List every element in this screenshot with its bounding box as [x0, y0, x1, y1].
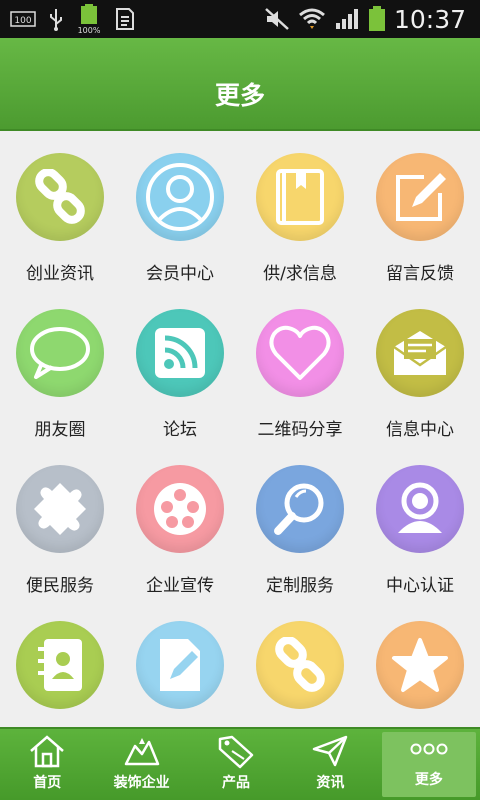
battery-icon	[368, 6, 386, 32]
tab-label: 首页	[33, 775, 62, 791]
status-time: 10:37	[393, 4, 466, 34]
link-icon	[16, 153, 104, 241]
home-icon	[28, 733, 66, 769]
grid-item-label: 企业宣传	[146, 576, 214, 596]
svg-text:100%: 100%	[78, 26, 101, 34]
paper-plane-icon	[311, 733, 349, 769]
company-icon	[123, 733, 161, 769]
tab-label: 资讯	[316, 775, 345, 791]
edit-icon	[376, 153, 464, 241]
tab-more[interactable]: 更多	[381, 732, 477, 797]
heart-icon	[256, 309, 344, 397]
tab-label: 产品	[222, 775, 251, 791]
contacts-icon	[16, 621, 104, 709]
more-dots-icon	[409, 732, 449, 766]
grid-item-supply-demand[interactable]: 供/求信息	[240, 131, 360, 287]
grid-item-feedback[interactable]: 留言反馈	[360, 131, 480, 287]
grid-item-label: 信息中心	[386, 420, 454, 440]
signal-icon	[334, 7, 360, 31]
grid-item-label: 朋友圈	[34, 420, 86, 440]
grid-item-custom-service[interactable]: 定制服务	[240, 443, 360, 599]
page-title: 更多	[214, 80, 265, 110]
mute-icon	[264, 7, 290, 31]
grid-item-label: 论坛	[163, 420, 197, 440]
grid-item-qr-share[interactable]: 二维码分享	[240, 287, 360, 443]
grid-item-certification[interactable]: 中心认证	[360, 443, 480, 599]
grid-item-convenience[interactable]: 便民服务	[0, 443, 120, 599]
link-icon	[256, 621, 344, 709]
mail-icon	[376, 309, 464, 397]
tab-home[interactable]: 首页	[0, 729, 94, 800]
grid-item-info-center[interactable]: 信息中心	[360, 287, 480, 443]
grid-item-label: 创业资讯	[26, 264, 94, 284]
tab-products[interactable]: 产品	[189, 729, 283, 800]
usb-icon	[48, 7, 64, 31]
grid-item-startup-news[interactable]: 创业资讯	[0, 131, 120, 287]
grid-item-label: 定制服务	[266, 576, 334, 596]
rss-icon	[136, 309, 224, 397]
grid-item-link[interactable]	[240, 599, 360, 727]
grid-item-favorite[interactable]	[360, 599, 480, 727]
page-header: 更多	[0, 38, 480, 131]
grid-item-document[interactable]	[120, 599, 240, 727]
grid-item-member-center[interactable]: 会员中心	[120, 131, 240, 287]
document-icon	[136, 621, 224, 709]
film-icon	[136, 465, 224, 553]
user-icon	[376, 465, 464, 553]
wifi-icon	[298, 7, 326, 31]
tab-news[interactable]: 资讯	[283, 729, 377, 800]
screenshot-100-icon: 100	[10, 9, 36, 29]
grid-item-label: 会员中心	[146, 264, 214, 284]
search-icon	[256, 465, 344, 553]
chat-icon	[16, 309, 104, 397]
tab-label: 更多	[414, 772, 443, 788]
star-icon	[376, 621, 464, 709]
sim-icon	[114, 7, 136, 31]
bottom-tab-bar: 首页 装饰企业 产品 资讯 更多	[0, 727, 480, 800]
tab-companies[interactable]: 装饰企业	[94, 729, 188, 800]
grid-item-contacts[interactable]	[0, 599, 120, 727]
grid-item-moments[interactable]: 朋友圈	[0, 287, 120, 443]
battery-full-icon: 100%	[76, 4, 102, 34]
grid-item-label: 中心认证	[386, 576, 454, 596]
tab-label: 装饰企业	[113, 775, 170, 791]
status-bar: 100 100% 10:37	[0, 0, 480, 38]
member-icon	[136, 153, 224, 241]
grid-item-label: 供/求信息	[263, 264, 337, 284]
sale-tag-icon	[216, 733, 256, 769]
puzzle-icon	[16, 465, 104, 553]
svg-text:100: 100	[14, 16, 31, 26]
grid-item-label: 二维码分享	[257, 420, 343, 440]
grid-item-promotion[interactable]: 企业宣传	[120, 443, 240, 599]
grid-item-forum[interactable]: 论坛	[120, 287, 240, 443]
book-icon	[256, 153, 344, 241]
grid-item-label: 便民服务	[26, 576, 94, 596]
grid-item-label: 留言反馈	[386, 264, 454, 284]
feature-grid: 创业资讯 会员中心 供/求信息 留言反馈 朋友圈 论坛 二维码分享 信息中心 便…	[0, 131, 480, 727]
